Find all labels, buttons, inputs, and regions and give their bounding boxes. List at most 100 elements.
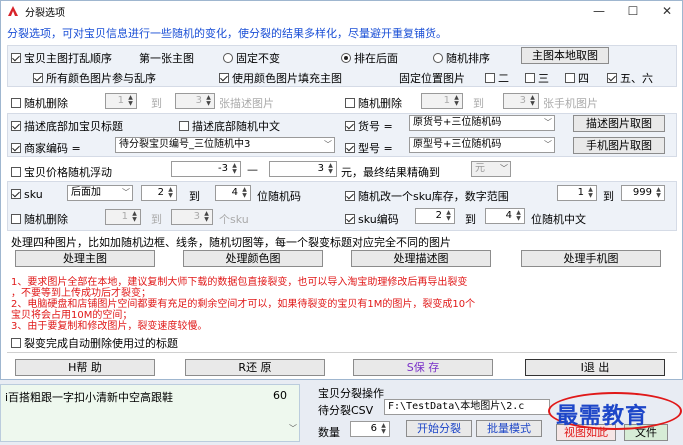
to-label: 到: [465, 213, 476, 226]
list-item[interactable]: i百搭粗跟一字扣小清新中空高跟鞋: [5, 389, 173, 405]
desc-add-title[interactable]: 描述底部加宝贝标题: [11, 118, 123, 134]
label: 描述底部随机中文: [192, 120, 280, 133]
random-stock-check[interactable]: 随机改一个sku库存，数字范围: [345, 188, 509, 204]
sku-del-min[interactable]: 1 ▲ ▼: [105, 209, 141, 225]
exit-button[interactable]: I退 出: [525, 359, 665, 376]
sku-code-check[interactable]: sku编码: [345, 211, 399, 227]
price-max[interactable]: 3 ▲ ▼: [269, 161, 337, 177]
checkbox-icon: [33, 73, 43, 83]
value: 3: [193, 211, 200, 222]
fixed-pos-56[interactable]: 五、六: [607, 70, 653, 86]
radio-after[interactable]: 排在后面: [341, 50, 398, 66]
sku-del-max[interactable]: 3 ▲ ▼: [171, 209, 213, 225]
value: 1: [443, 95, 450, 106]
spinner-arrows-icon: ▲ ▼: [656, 186, 661, 199]
start-split-button[interactable]: 开始分裂: [406, 420, 472, 437]
checkbox-icon: [11, 167, 21, 177]
precision-select[interactable]: 元 ﹀: [471, 161, 511, 177]
random-delete-desc[interactable]: 随机删除: [11, 95, 68, 111]
huohao-select[interactable]: 原货号+三位随机码 ﹀: [409, 115, 555, 131]
spinner-arrows-icon: ▲ ▼: [328, 162, 333, 175]
spinner-arrows-icon: ▲ ▼: [204, 210, 209, 223]
desc-del-min[interactable]: 1 ▲ ▼: [105, 93, 137, 109]
value: 6: [370, 423, 377, 434]
sku-min[interactable]: 2 ▲ ▼: [141, 185, 177, 201]
value: 3: [195, 95, 202, 106]
main-image-shuffle[interactable]: 宝贝主图打乱顺序: [11, 50, 112, 66]
phone-del-max[interactable]: 3 ▲ ▼: [503, 93, 539, 109]
phone-image-button[interactable]: 手机图片取图: [573, 137, 665, 154]
close-button[interactable]: ✕: [653, 3, 681, 19]
label: 二: [498, 72, 509, 85]
process-phone-button[interactable]: 处理手机图: [521, 250, 661, 267]
sku-position-select[interactable]: 后面加 ﹀: [67, 185, 133, 201]
fixed-pos-2[interactable]: 二: [485, 70, 509, 86]
batch-mode-button[interactable]: 批量模式: [476, 420, 542, 437]
price-float-check[interactable]: 宝贝价格随机浮动: [11, 164, 112, 180]
split-group-title: 宝贝分裂操作: [318, 387, 384, 400]
checkbox-icon: [179, 121, 189, 131]
desc-image-button[interactable]: 描述图片取图: [573, 115, 665, 132]
price-unit-label: 元，最终结果精确到: [341, 166, 440, 179]
watermark-logo: 最需教育: [556, 403, 649, 429]
help-button[interactable]: H帮 助: [15, 359, 155, 376]
auto-delete-check[interactable]: 裂变完成自动删除使用过的标题: [11, 335, 178, 351]
fixed-pos-4[interactable]: 四: [565, 70, 589, 86]
process-main-button[interactable]: 处理主图: [15, 250, 155, 267]
qty-spinner[interactable]: 6 ▲ ▼: [350, 421, 390, 437]
desc-random-chinese[interactable]: 描述底部随机中文: [179, 118, 280, 134]
merchant-code-check[interactable]: 商家编码 =: [11, 140, 81, 156]
radio-fixed[interactable]: 固定不变: [223, 50, 280, 66]
stock-min[interactable]: 1 ▲ ▼: [557, 185, 597, 201]
sku-check[interactable]: sku: [11, 188, 43, 201]
use-color-fill[interactable]: 使用颜色图片填充主图: [219, 70, 342, 86]
restore-button[interactable]: R还 原: [185, 359, 325, 376]
price-min[interactable]: -3 ▲ ▼: [171, 161, 241, 177]
all-color-shuffle[interactable]: 所有颜色图片参与乱序: [33, 70, 156, 86]
value: 1: [121, 211, 128, 222]
value: 3: [519, 95, 526, 106]
value: 2: [157, 187, 164, 198]
checkbox-icon: [345, 121, 355, 131]
radio-random[interactable]: 随机排序: [433, 50, 490, 66]
save-button[interactable]: S保 存: [353, 359, 493, 376]
phone-del-min[interactable]: 1 ▲ ▼: [421, 93, 463, 109]
label: 裂变完成自动删除使用过的标题: [24, 337, 178, 350]
merchant-code-select[interactable]: 待分裂宝贝编号_三位随机中3 ﹀: [115, 137, 335, 153]
checkbox-icon: [11, 189, 21, 199]
fixed-pos-3[interactable]: 三: [525, 70, 549, 86]
desc-del-max[interactable]: 3 ▲ ▼: [175, 93, 215, 109]
sku-code-max[interactable]: 4 ▲ ▼: [485, 208, 525, 224]
label: 五、六: [620, 72, 653, 85]
sku-code-min[interactable]: 2 ▲ ▼: [415, 208, 455, 224]
to-label: 到: [603, 190, 614, 203]
random-delete-phone[interactable]: 随机删除: [345, 95, 402, 111]
random-delete-sku[interactable]: 随机删除: [11, 211, 68, 227]
process-color-button[interactable]: 处理颜色图: [183, 250, 323, 267]
minimize-button[interactable]: —: [585, 3, 613, 19]
checkbox-icon: [11, 143, 21, 153]
value: 4: [231, 187, 238, 198]
csv-path-input[interactable]: F:\TestData\本地图片\2.c: [384, 399, 550, 415]
sku-max[interactable]: 4 ▲ ▼: [215, 185, 251, 201]
model-check[interactable]: 型号 =: [345, 140, 393, 156]
value: 1: [117, 95, 124, 106]
label: 货号 =: [358, 120, 393, 133]
scroll-down-icon[interactable]: ﹀: [289, 423, 297, 434]
checkbox-icon: [11, 338, 21, 348]
maximize-button[interactable]: ☐: [619, 3, 647, 19]
label: 所有颜色图片参与乱序: [46, 72, 156, 85]
stock-max[interactable]: 999 ▲ ▼: [621, 185, 665, 201]
fixed-position-label: 固定位置图片: [399, 72, 465, 85]
label: 四: [578, 72, 589, 85]
spinner-arrows-icon: ▲ ▼: [454, 94, 459, 107]
checkbox-icon: [565, 73, 575, 83]
radio-icon: [223, 53, 233, 63]
main-image-local-button[interactable]: 主图本地取图: [521, 47, 609, 64]
split-options-window: 分裂选项 — ☐ ✕ 分裂选项，可对宝贝信息进行一些随机的变化，使分裂的结果多样…: [0, 0, 683, 380]
huohao-check[interactable]: 货号 =: [345, 118, 393, 134]
process-desc-button[interactable]: 处理描述图: [351, 250, 491, 267]
label: 随机排序: [446, 52, 490, 65]
model-select[interactable]: 原型号+三位随机码 ﹀: [409, 137, 555, 153]
qty-label: 数量: [318, 426, 340, 439]
